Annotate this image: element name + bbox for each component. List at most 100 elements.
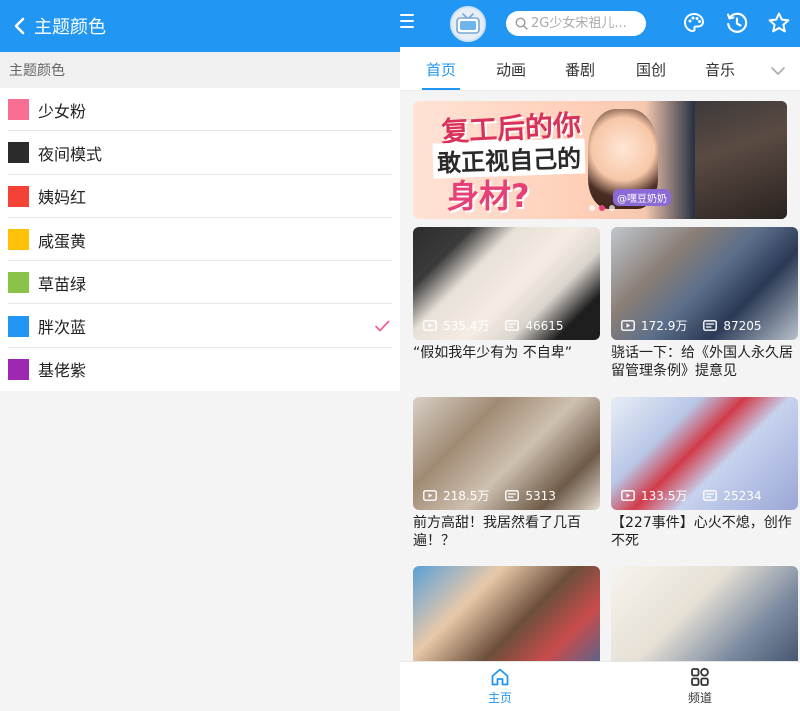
grid-icon: [691, 667, 709, 686]
video-title: 【227事件】心火不熄，创作不死: [611, 515, 792, 549]
play-count: 218.5万: [443, 489, 490, 503]
home-icon: [491, 668, 509, 686]
danmaku-count: 25234: [723, 488, 762, 503]
bottom-nav: 主页 频道: [400, 661, 800, 711]
color-swatch: [8, 358, 29, 380]
favorites-button[interactable]: [767, 11, 791, 35]
carousel-dots: [589, 205, 615, 211]
theme-option[interactable]: 夜间模式: [0, 131, 400, 175]
theme-option[interactable]: 少女粉: [0, 88, 400, 132]
theme-option[interactable]: 胖次蓝: [0, 304, 400, 349]
video-card[interactable]: 535.4万 46615 “假如我年少有为 不自卑”: [413, 227, 600, 380]
carousel-dot[interactable]: [609, 205, 615, 211]
theme-label: 少女粉: [38, 101, 87, 121]
theme-label: 基佬紫: [38, 361, 87, 381]
search-box[interactable]: [506, 11, 646, 36]
video-title: “假如我年少有为 不自卑”: [413, 345, 572, 361]
danmaku-count: 46615: [525, 318, 564, 333]
banner-credit: @嘿豆奶奶: [613, 189, 671, 206]
color-swatch: [8, 315, 29, 337]
category-tabs: 首页 动画 番剧 国创 音乐: [400, 47, 800, 91]
danmaku-icon: [505, 320, 520, 331]
video-card[interactable]: 172.9万 87205 骁话一下：给《外国人永久居留管理条例》提意见: [611, 227, 798, 380]
video-thumbnail: 218.5万 5313: [413, 397, 600, 510]
banner-line-3: 身材?: [447, 177, 530, 215]
video-thumbnail: 133.5万 25234: [611, 397, 798, 510]
theme-list: 少女粉夜间模式姨妈红咸蛋黄草苗绿胖次蓝基佬紫: [0, 88, 400, 392]
menu-icon[interactable]: [400, 14, 414, 30]
video-thumbnail: 535.4万 46615: [413, 227, 600, 340]
chevron-down-icon: [771, 67, 785, 75]
theme-option[interactable]: 姨妈红: [0, 175, 400, 219]
feed: 复工后的你 敢正视自己的 身材? @嘿豆奶奶 535.4万 46615 “假如我年少…: [400, 91, 800, 661]
video-thumbnail: [413, 566, 600, 661]
banner-photo: [695, 101, 787, 219]
color-swatch: [8, 142, 29, 164]
theme-label: 夜间模式: [38, 144, 103, 164]
play-count-icon: [423, 490, 437, 501]
color-swatch: [8, 185, 29, 207]
video-stats: 172.9万 87205: [621, 317, 778, 334]
theme-button[interactable]: [682, 11, 706, 35]
carousel-dot[interactable]: [589, 205, 595, 211]
page-title: 主题颜色: [34, 17, 106, 38]
video-stats: 218.5万 5313: [423, 487, 572, 504]
video-card[interactable]: 133.5万 25234 【227事件】心火不熄，创作不死: [611, 397, 798, 550]
theme-option[interactable]: 咸蛋黄: [0, 218, 400, 262]
danmaku-icon: [703, 490, 718, 501]
theme-option[interactable]: 基佬紫: [0, 348, 400, 391]
back-button[interactable]: [10, 16, 28, 36]
danmaku-count: 5313: [525, 488, 556, 503]
tv-icon: [456, 13, 480, 34]
danmaku-icon: [703, 320, 718, 331]
video-title: 骁话一下：给《外国人永久居留管理条例》提意见: [611, 345, 793, 379]
video-card[interactable]: 218.5万 5313 前方高甜！我居然看了几百遍！？: [413, 397, 600, 550]
theme-color-panel: 主题颜色 主题颜色 少女粉 夜间模式 姨妈红 咸蛋黄 草苗绿 胖次蓝 基佬紫: [0, 0, 400, 711]
thumbnail-image: [413, 566, 600, 661]
video-stats: 535.4万 46615: [423, 317, 580, 334]
color-swatch: [8, 272, 29, 294]
search-input[interactable]: [531, 16, 641, 31]
video-card[interactable]: [611, 566, 798, 661]
left-header: 主题颜色: [0, 0, 400, 52]
theme-label: 姨妈红: [38, 188, 87, 208]
search-icon: [515, 17, 528, 30]
theme-label: 咸蛋黄: [38, 231, 87, 251]
video-thumbnail: [611, 566, 798, 661]
nav-channels[interactable]: 频道: [600, 662, 800, 711]
home-preview-panel: 首页动画番剧国创音乐 复工后的你 敢正视自己的 身材? @嘿豆奶奶 535.4万…: [400, 0, 800, 711]
danmaku-icon: [505, 490, 520, 501]
tab-item[interactable]: 番剧: [565, 47, 595, 91]
video-title: 前方高甜！我居然看了几百遍！？: [413, 515, 581, 549]
avatar[interactable]: [450, 6, 486, 42]
banner-carousel[interactable]: 复工后的你 敢正视自己的 身材? @嘿豆奶奶: [413, 101, 787, 219]
video-stats: 133.5万 25234: [621, 487, 778, 504]
checkmark-icon: [375, 320, 390, 332]
color-swatch: [8, 229, 29, 251]
color-swatch: [8, 99, 29, 121]
nav-home-label: 主页: [487, 691, 512, 705]
theme-label: 胖次蓝: [38, 318, 87, 338]
theme-option[interactable]: 草苗绿: [0, 261, 400, 305]
play-count-icon: [423, 320, 437, 331]
history-icon: [727, 12, 748, 33]
theme-label: 草苗绿: [38, 274, 87, 294]
thumbnail-image: [611, 566, 798, 661]
video-thumbnail: 172.9万 87205: [611, 227, 798, 340]
tab-item[interactable]: 动画: [496, 47, 526, 91]
tab-item[interactable]: 首页: [426, 47, 456, 91]
carousel-dot[interactable]: [599, 205, 605, 211]
star-icon: [768, 12, 790, 33]
play-count-icon: [621, 320, 635, 331]
tab-item[interactable]: 音乐: [705, 47, 735, 91]
history-button[interactable]: [725, 11, 749, 35]
nav-channels-label: 频道: [687, 691, 712, 705]
video-card[interactable]: [413, 566, 600, 661]
chevron-left-icon: [14, 17, 25, 35]
palette-icon: [683, 12, 705, 33]
more-tabs-button[interactable]: [770, 61, 786, 75]
tab-item[interactable]: 国创: [636, 47, 666, 91]
nav-home[interactable]: 主页: [400, 662, 600, 711]
play-count-icon: [621, 490, 635, 501]
top-bar: [400, 0, 800, 47]
